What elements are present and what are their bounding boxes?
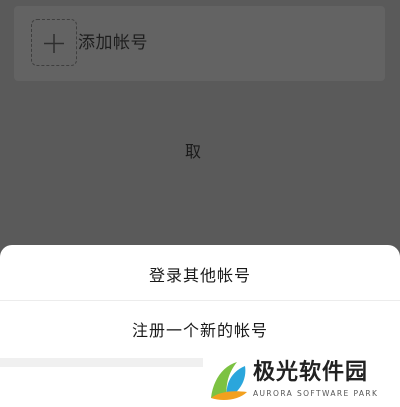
add-account-label: 添加帐号 bbox=[78, 33, 148, 53]
plus-icon bbox=[44, 34, 64, 53]
watermark-subtitle: AURORA SOFTWARE PARK bbox=[253, 389, 379, 398]
watermark: 极光软件园 AURORA SOFTWARE PARK bbox=[203, 356, 400, 407]
aurora-logo-icon bbox=[211, 362, 247, 400]
add-account-tile[interactable] bbox=[31, 19, 77, 66]
login-other-account-button[interactable]: 登录其他帐号 bbox=[0, 265, 400, 287]
cancel-label: 取 bbox=[185, 142, 202, 161]
register-new-account-button[interactable]: 注册一个新的帐号 bbox=[0, 320, 400, 342]
divider bbox=[0, 300, 400, 301]
add-account-card[interactable]: 添加帐号 bbox=[14, 6, 385, 81]
watermark-title: 极光软件园 bbox=[253, 360, 369, 385]
